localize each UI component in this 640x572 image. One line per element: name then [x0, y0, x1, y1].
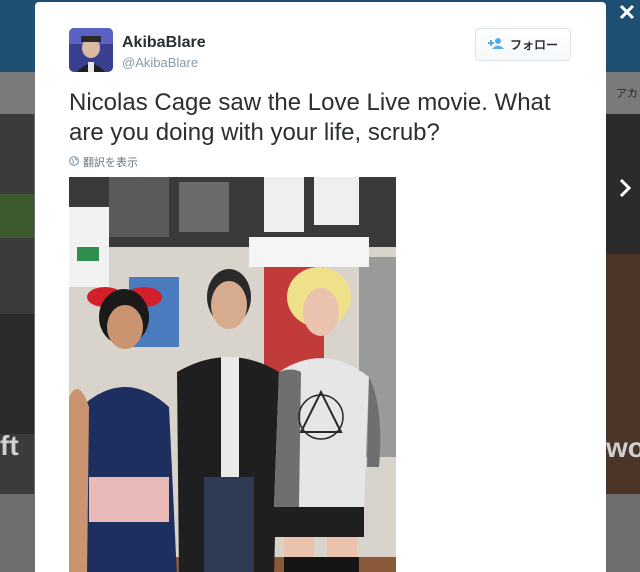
- background-left-text: ft: [0, 430, 19, 461]
- background-right-text: wo: [606, 432, 640, 463]
- background-stripe: [0, 194, 34, 238]
- user-name[interactable]: AkibaBlare: [122, 34, 206, 52]
- chevron-right-icon[interactable]: [616, 172, 636, 204]
- tweet-modal: AkibaBlare @AkibaBlare フォロー Nicolas Cage…: [35, 2, 606, 572]
- user-handle[interactable]: @AkibaBlare: [122, 55, 198, 70]
- follow-label: フォロー: [509, 38, 558, 52]
- photo-illustration: [69, 177, 396, 572]
- globe-icon: [69, 153, 79, 171]
- follow-button[interactable]: フォロー: [475, 28, 571, 61]
- background-stripe: [0, 314, 34, 434]
- translate-link[interactable]: 翻訳を表示: [69, 153, 138, 171]
- tweet-text: Nicolas Cage saw the Love Live movie. Wh…: [69, 89, 551, 146]
- close-icon[interactable]: ✕: [616, 2, 638, 24]
- translate-label: 翻訳を表示: [83, 157, 138, 169]
- tweet-photo[interactable]: [69, 177, 396, 572]
- add-user-icon: [487, 36, 504, 54]
- avatar[interactable]: [69, 28, 113, 72]
- background-nav-text: アカ: [616, 88, 638, 100]
